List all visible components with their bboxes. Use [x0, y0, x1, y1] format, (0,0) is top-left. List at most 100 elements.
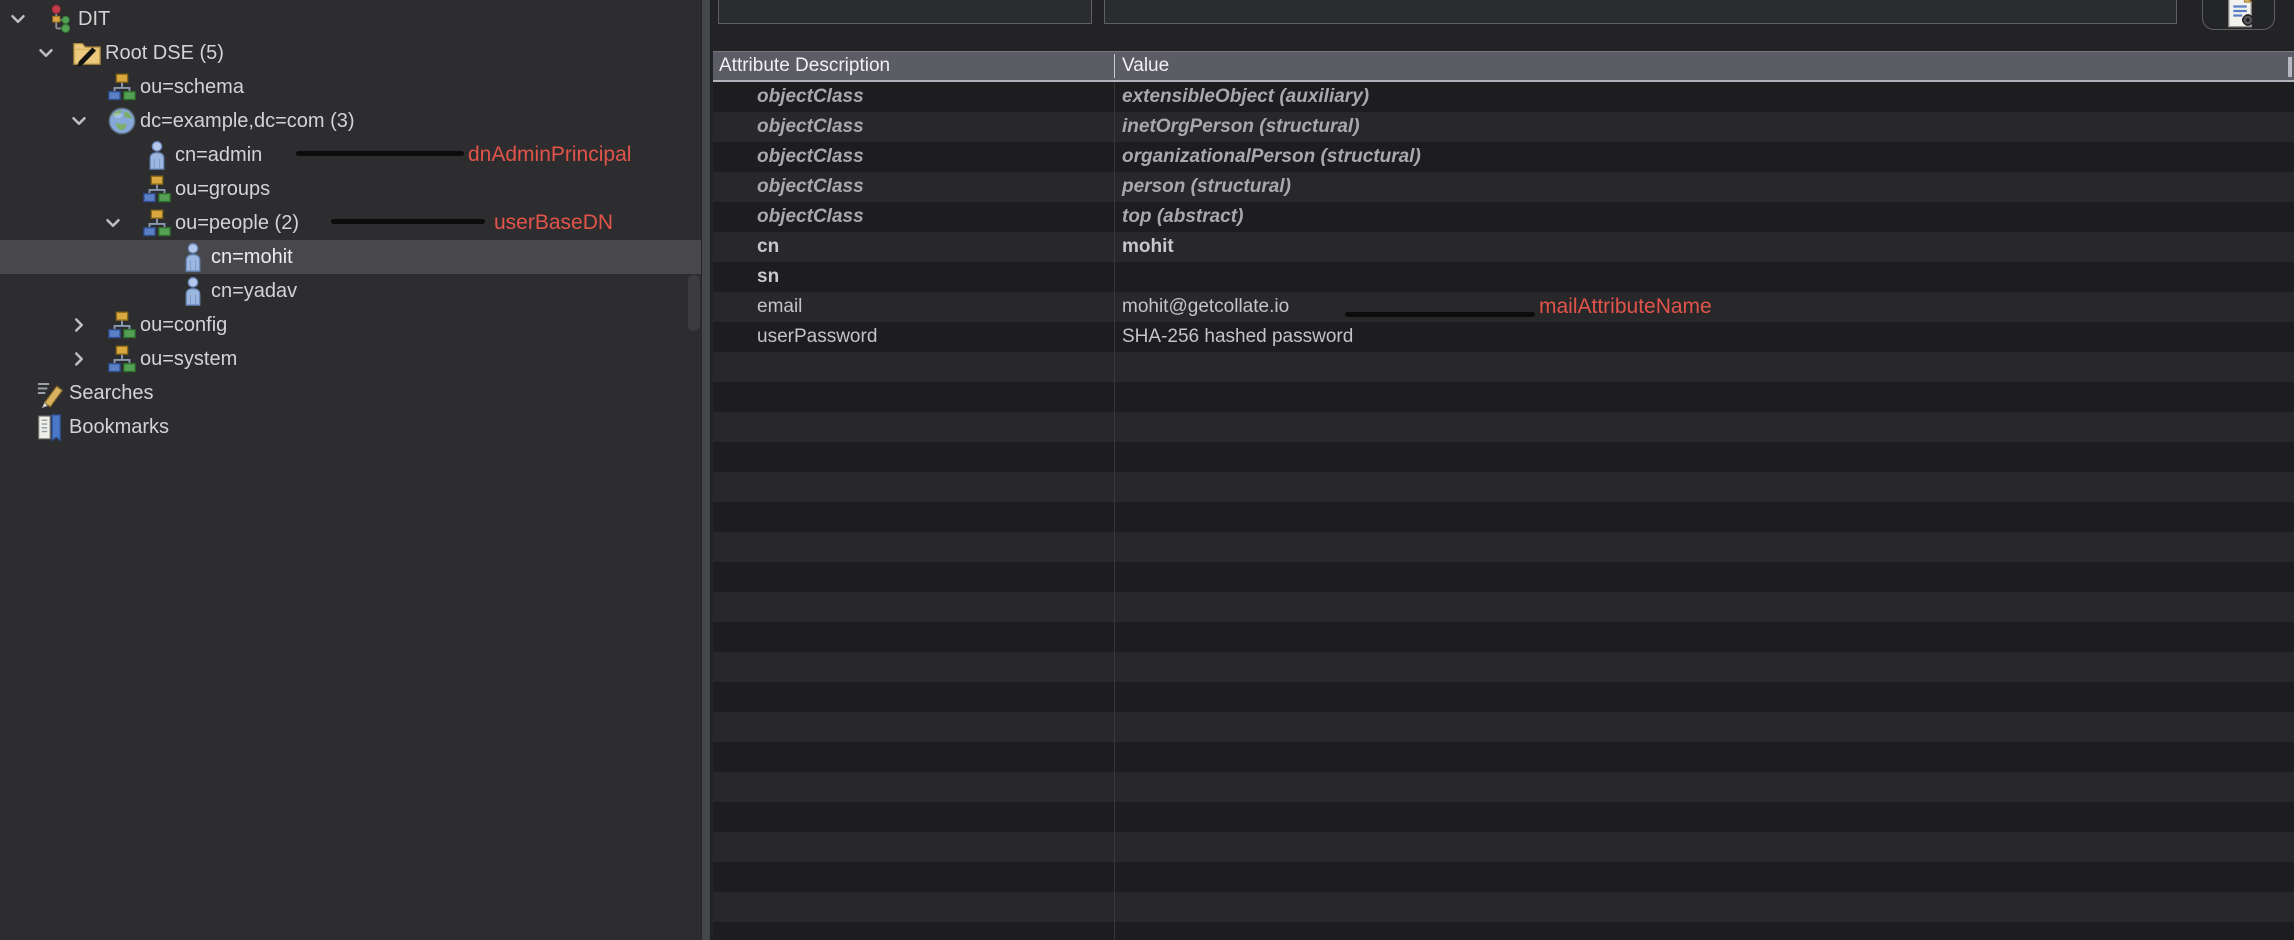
tree-item-ou-people-2-[interactable]: ou=people (2)userBaseDN [0, 206, 701, 240]
attribute-value-cell[interactable]: top (abstract) [1122, 202, 1243, 232]
attribute-name-cell[interactable]: sn [757, 262, 779, 292]
tree-item-ou-groups[interactable]: ou=groups [0, 172, 701, 206]
org-unit-icon [107, 344, 137, 374]
chevron-right-icon [68, 348, 90, 370]
searches-icon [36, 378, 66, 408]
person-icon [142, 140, 172, 170]
empty-row [713, 472, 2294, 502]
attribute-row-cn-5[interactable]: cn mohit [713, 232, 2294, 262]
searches-icon [36, 378, 66, 408]
chevron-right-icon[interactable] [68, 348, 90, 370]
tree-item-label: ou=system [140, 342, 237, 376]
attribute-name-cell[interactable]: cn [757, 232, 779, 262]
tree-item-cn-yadav[interactable]: cn=yadav [0, 274, 701, 308]
attribute-value-cell[interactable]: mohit [1122, 232, 1174, 262]
org-unit-icon [142, 208, 172, 238]
annotation-label-mailAttributeName: mailAttributeName [1539, 292, 1712, 322]
folder-pencil-icon [72, 38, 102, 68]
tree-item-ou-system[interactable]: ou=system [0, 342, 701, 376]
empty-row [713, 832, 2294, 862]
attribute-value-cell[interactable]: inetOrgPerson (structural) [1122, 112, 1360, 142]
dit-icon [45, 4, 75, 34]
org-unit-icon [142, 174, 172, 204]
attribute-value-cell[interactable]: extensibleObject (auxiliary) [1122, 82, 1369, 112]
globe-icon [107, 106, 137, 136]
empty-row [713, 892, 2294, 922]
chevron-down-icon[interactable] [35, 42, 57, 64]
person-icon [178, 276, 208, 306]
attribute-row-objectClass-0[interactable]: objectClass extensibleObject (auxiliary) [713, 82, 2294, 112]
org-unit-icon [107, 344, 137, 374]
attribute-value-cell[interactable]: person (structural) [1122, 172, 1291, 202]
panel-divider-sash[interactable] [701, 0, 711, 940]
tree-item-ou-config[interactable]: ou=config [0, 308, 701, 342]
column-header-attribute-description[interactable]: Attribute Description [719, 52, 890, 80]
attribute-name-cell[interactable]: userPassword [757, 322, 877, 352]
attribute-row-objectClass-3[interactable]: objectClass person (structural) [713, 172, 2294, 202]
tree-scrollbar-thumb[interactable] [688, 275, 700, 331]
tree-item-label: cn=yadav [211, 274, 297, 308]
tree-item-dc-example-dc-com-3-[interactable]: dc=example,dc=com (3) [0, 104, 701, 138]
attribute-name-cell[interactable]: objectClass [757, 202, 864, 232]
chevron-down-icon [7, 8, 29, 30]
chevron-right-icon [68, 314, 90, 336]
empty-row [713, 352, 2294, 382]
empty-row [713, 862, 2294, 892]
chevron-down-icon[interactable] [68, 110, 90, 132]
empty-row [713, 382, 2294, 412]
entry-editor-panel: Attribute Description Value objectClass e… [711, 0, 2294, 940]
tree-item-label: ou=people (2) [175, 206, 299, 240]
org-unit-icon [107, 72, 137, 102]
annotation-line [1345, 312, 1535, 317]
column-header-value[interactable]: Value [1122, 52, 1169, 80]
tree-item-label: Bookmarks [69, 410, 169, 444]
chevron-down-icon[interactable] [7, 8, 29, 30]
chevron-down-icon [68, 110, 90, 132]
attribute-row-objectClass-4[interactable]: objectClass top (abstract) [713, 202, 2294, 232]
tree-item-searches[interactable]: Searches [0, 376, 701, 410]
tree-item-label: ou=groups [175, 172, 270, 206]
globe-icon [107, 106, 137, 136]
attribute-name-cell[interactable]: objectClass [757, 82, 864, 112]
empty-row [713, 922, 2294, 940]
tree-item-label: cn=admin [175, 138, 262, 172]
empty-row [713, 712, 2294, 742]
tree-item-label: dc=example,dc=com (3) [140, 104, 355, 138]
org-unit-icon [107, 310, 137, 340]
attribute-value-cell[interactable]: mohit@getcollate.io [1122, 292, 1289, 322]
bookmarks-icon [36, 412, 66, 442]
dit-icon [45, 4, 75, 34]
chevron-down-icon[interactable] [102, 212, 124, 234]
attribute-name-cell[interactable]: objectClass [757, 112, 864, 142]
attribute-row-objectClass-2[interactable]: objectClass organizationalPerson (structu… [713, 142, 2294, 172]
tree-item-dit[interactable]: DIT [0, 2, 701, 36]
person-icon [178, 276, 208, 306]
attribute-name-cell[interactable]: objectClass [757, 172, 864, 202]
org-unit-icon [107, 310, 137, 340]
tree-item-ou-schema[interactable]: ou=schema [0, 70, 701, 104]
column-separator-line [1114, 82, 1115, 940]
org-unit-icon [142, 208, 172, 238]
chevron-right-icon[interactable] [68, 314, 90, 336]
tree-item-bookmarks[interactable]: Bookmarks [0, 410, 701, 444]
attribute-row-objectClass-1[interactable]: objectClass inetOrgPerson (structural) [713, 112, 2294, 142]
tree-item-cn-mohit[interactable]: cn=mohit [0, 240, 701, 274]
attribute-name-cell[interactable]: objectClass [757, 142, 864, 172]
tree-item-root-dse-5-[interactable]: Root DSE (5) [0, 36, 701, 70]
attribute-value-cell[interactable]: SHA-256 hashed password [1122, 322, 1353, 352]
attribute-name-cell[interactable]: email [757, 292, 802, 322]
attribute-row-sn-6[interactable]: sn [713, 262, 2294, 292]
attributes-table: Attribute Description Value objectClass e… [713, 0, 2294, 940]
attribute-value-cell[interactable]: organizationalPerson (structural) [1122, 142, 1421, 172]
attributes-table-header: Attribute Description Value [713, 51, 2294, 82]
header-scroll-tick [2288, 57, 2292, 77]
empty-row [713, 442, 2294, 472]
empty-row [713, 412, 2294, 442]
column-separator[interactable] [1114, 54, 1115, 78]
empty-row [713, 592, 2294, 622]
tree-item-cn-admin[interactable]: cn=admindnAdminPrincipal [0, 138, 701, 172]
attribute-row-email-7[interactable]: email mohit@getcollate.io mailAttributeNam… [713, 292, 2294, 322]
attribute-row-userPassword-8[interactable]: userPassword SHA-256 hashed password [713, 322, 2294, 352]
tree-item-label: ou=config [140, 308, 227, 342]
tree-item-label: Searches [69, 376, 154, 410]
